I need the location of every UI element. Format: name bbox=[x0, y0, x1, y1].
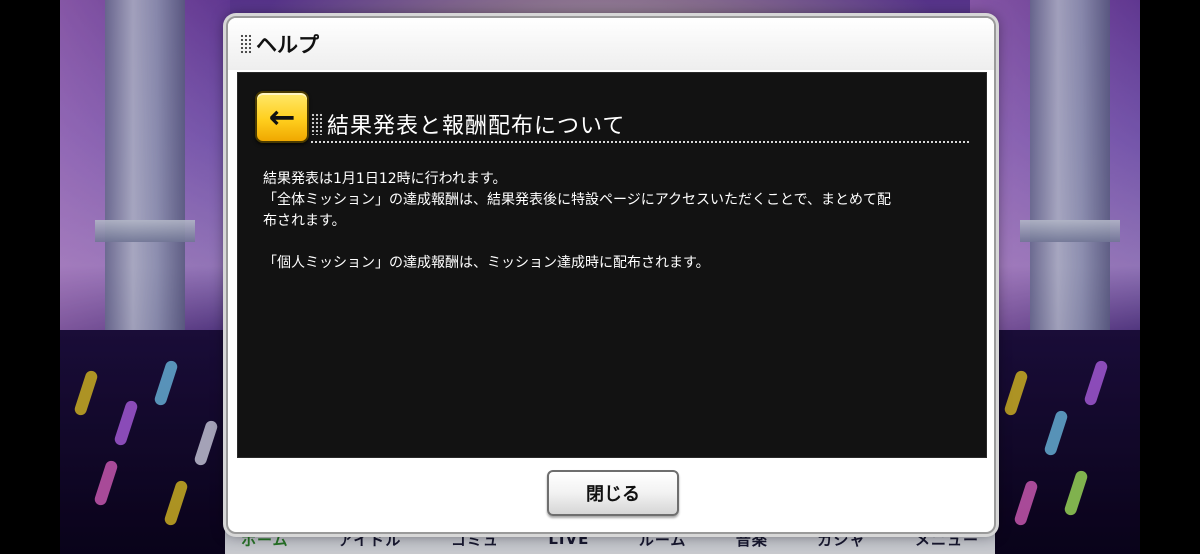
dialog-title: ヘルプ bbox=[256, 33, 319, 57]
help-content-panel: ← 結果発表と報酬配布について 結果発表は1月1日12時に行われます。 「全体ミ… bbox=[237, 72, 987, 458]
dot-grid-icon bbox=[311, 113, 322, 135]
back-button[interactable]: ← bbox=[255, 91, 309, 143]
paragraph: 布されます。 bbox=[263, 213, 346, 229]
close-button[interactable]: 閉じる bbox=[547, 470, 679, 516]
section-title: 結果発表と報酬配布について bbox=[327, 114, 626, 139]
help-body-text: 結果発表は1月1日12時に行われます。 「全体ミッション」の達成報酬は、結果発表… bbox=[263, 169, 963, 274]
game-screen: ホーム アイドル コミュ LIVE ルーム 音楽 ガシャ メニュー ヘルプ ← … bbox=[0, 0, 1200, 554]
help-dialog: ヘルプ ← 結果発表と報酬配布について 結果発表は1月1日12時に行われます。 … bbox=[226, 16, 996, 534]
arrow-left-icon: ← bbox=[268, 98, 296, 136]
dialog-header: ヘルプ bbox=[228, 18, 994, 70]
paragraph: 結果発表は1月1日12時に行われます。 bbox=[263, 171, 507, 187]
paragraph: 「個人ミッション」の達成報酬は、ミッション達成時に配布されます。 bbox=[263, 255, 710, 271]
paragraph: 「全体ミッション」の達成報酬は、結果発表後に特設ページにアクセスいただくことで、… bbox=[263, 192, 892, 208]
section-heading: 結果発表と報酬配布について bbox=[311, 107, 969, 143]
dot-grid-icon bbox=[240, 34, 251, 54]
